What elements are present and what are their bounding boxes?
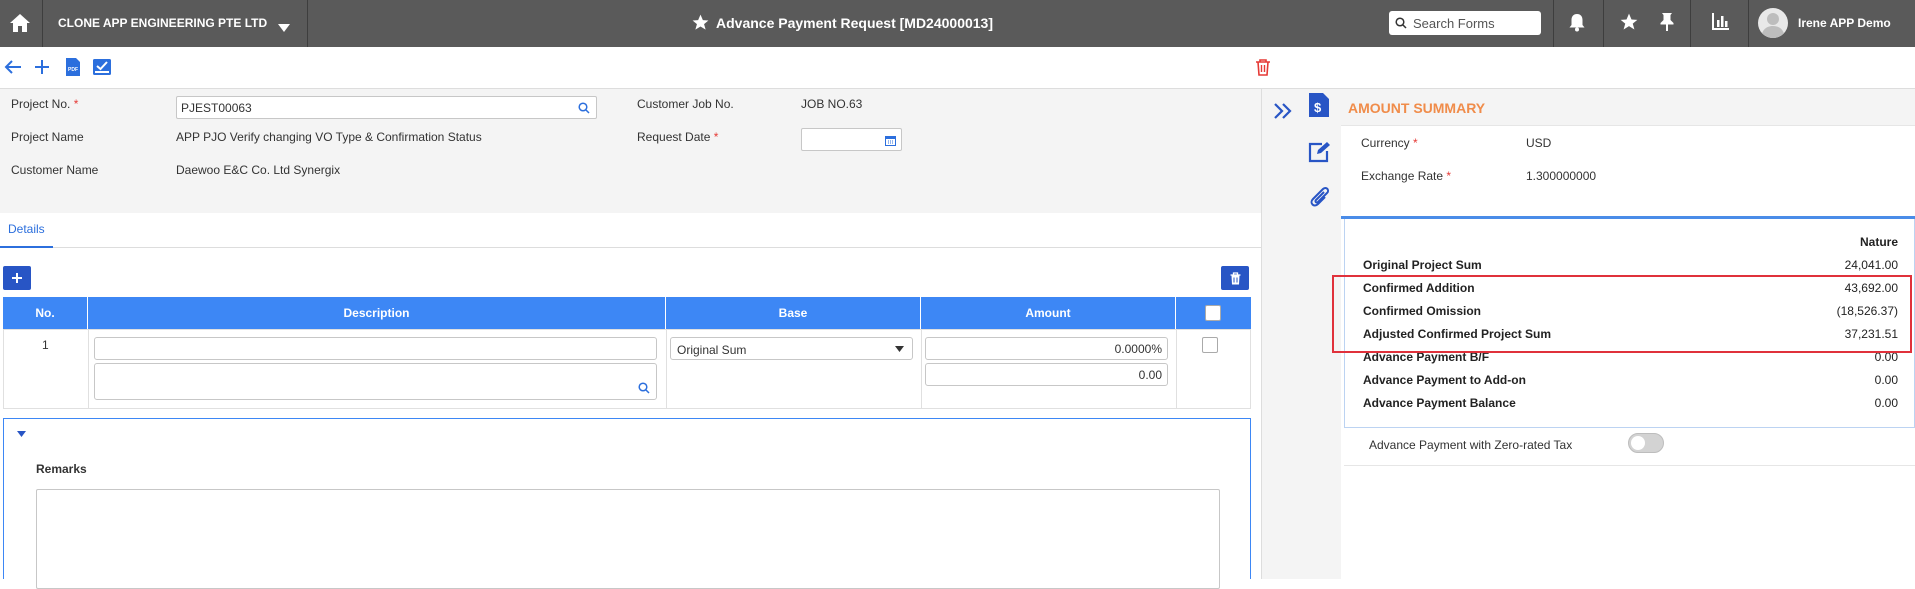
pdf-icon[interactable]: PDF: [62, 56, 84, 78]
home-icon[interactable]: [8, 11, 32, 35]
request-date-field[interactable]: [801, 128, 902, 151]
attachment-icon[interactable]: [1305, 184, 1335, 215]
amount-input[interactable]: [926, 364, 1167, 385]
row-checkbox[interactable]: [1202, 337, 1218, 353]
customer-job-label: Customer Job No.: [637, 97, 734, 111]
collapse-caret-icon[interactable]: [17, 431, 26, 437]
chevron-down-icon: [895, 346, 904, 352]
bell-icon[interactable]: [1568, 13, 1586, 35]
project-name-label: Project Name: [11, 130, 84, 144]
currency-label: Currency *: [1361, 136, 1418, 150]
column-header-select: [1176, 297, 1251, 329]
add-icon[interactable]: [31, 56, 53, 78]
zero-rated-tax-toggle[interactable]: [1628, 433, 1664, 453]
summary-row-label: Advance Payment Balance: [1363, 396, 1516, 410]
customer-name-label: Customer Name: [11, 163, 99, 177]
search-icon[interactable]: [578, 102, 590, 114]
search-input[interactable]: [1411, 14, 1540, 32]
tab-details[interactable]: Details: [0, 213, 53, 248]
amount-field[interactable]: [925, 363, 1168, 386]
summary-row-value: 0.00: [1874, 396, 1898, 410]
star-icon[interactable]: [1619, 12, 1639, 35]
amount-summary-title: AMOUNT SUMMARY: [1348, 100, 1486, 116]
project-no-input[interactable]: [177, 97, 572, 118]
currency-value: USD: [1526, 136, 1552, 150]
customer-job-value: JOB NO.63: [801, 97, 863, 111]
exchange-rate-label: Exchange Rate *: [1361, 169, 1452, 183]
tab-bar: Details: [0, 213, 1261, 248]
column-header-description: Description: [88, 297, 666, 329]
delete-icon[interactable]: [1252, 56, 1274, 78]
base-select[interactable]: Original Sum: [670, 337, 913, 360]
search-icon: [1395, 17, 1407, 29]
side-rail: $: [1261, 89, 1342, 579]
search-box[interactable]: [1389, 11, 1541, 35]
remarks-section: Remarks: [3, 418, 1251, 589]
customer-name-value: Daewoo E&C Co. Ltd Synergix: [176, 163, 341, 177]
project-no-label: Project No. *: [11, 97, 79, 111]
currency-section: Currency * USD Exchange Rate * 1.3000000…: [1341, 126, 1915, 219]
summary-row-value: 24,041.00: [1844, 258, 1898, 272]
pin-icon[interactable]: [1659, 12, 1675, 35]
chevron-down-icon[interactable]: [278, 20, 290, 35]
header-section: Project No. * Project Name APP PJO Verif…: [0, 89, 1261, 213]
remarks-textarea[interactable]: [36, 489, 1220, 589]
chart-icon[interactable]: [1712, 12, 1730, 33]
description-field[interactable]: [94, 337, 657, 360]
collapse-panel-icon[interactable]: [1268, 96, 1298, 127]
zero-rated-tax-label: Advance Payment with Zero-rated Tax: [1369, 438, 1573, 452]
amount-summary-icon[interactable]: $: [1304, 92, 1334, 125]
back-arrow-icon[interactable]: [2, 56, 24, 78]
amount-percent-field[interactable]: [925, 337, 1168, 360]
user-name[interactable]: Irene APP Demo: [1798, 16, 1891, 30]
amount-percent-input[interactable]: [926, 338, 1167, 359]
form-main: Project No. * Project Name APP PJO Verif…: [0, 89, 1261, 589]
delete-row-button[interactable]: [1221, 266, 1249, 290]
description-lookup-input[interactable]: [95, 364, 656, 399]
remarks-label: Remarks: [36, 462, 87, 476]
description-lookup-field[interactable]: [94, 363, 657, 400]
nature-column-header: Nature: [1859, 235, 1898, 249]
add-row-button[interactable]: [3, 266, 31, 290]
highlight-box: [1332, 275, 1912, 353]
page-title: Advance Payment Request [MD24000013]: [716, 15, 994, 31]
summary-row-label: Original Project Sum: [1363, 258, 1482, 272]
top-bar: CLONE APP ENGINEERING PTE LTD Advance Pa…: [0, 0, 1915, 47]
summary-row-value: 0.00: [1874, 373, 1898, 387]
avatar[interactable]: [1758, 8, 1788, 38]
description-input[interactable]: [95, 338, 656, 359]
zero-rated-divider: [1344, 465, 1915, 466]
column-header-amount: Amount: [921, 297, 1176, 329]
base-select-value: Original Sum: [677, 343, 747, 357]
exchange-rate-value: 1.300000000: [1526, 169, 1597, 183]
company-name[interactable]: CLONE APP ENGINEERING PTE LTD: [58, 16, 267, 30]
toolbar: PDF: [0, 47, 1915, 89]
search-icon[interactable]: [638, 382, 650, 394]
amount-summary-header: AMOUNT SUMMARY: [1341, 89, 1915, 126]
edit-icon[interactable]: [1305, 139, 1335, 170]
grid-header: No. Description Base Amount: [3, 297, 1251, 329]
svg-text:PDF: PDF: [68, 67, 78, 73]
request-date-label: Request Date *: [637, 130, 719, 144]
column-header-base: Base: [666, 297, 921, 329]
favorite-star-icon[interactable]: [691, 13, 710, 35]
column-header-no: No.: [3, 297, 88, 329]
select-all-checkbox[interactable]: [1205, 305, 1221, 321]
row-number: 1: [42, 338, 49, 352]
summary-row-label: Advance Payment to Add-on: [1363, 373, 1526, 387]
approve-inbox-icon[interactable]: [91, 56, 113, 78]
calendar-icon[interactable]: [885, 135, 896, 146]
project-name-value: APP PJO Verify changing VO Type & Confir…: [176, 130, 482, 144]
project-no-field[interactable]: [176, 96, 597, 119]
request-date-input[interactable]: [802, 129, 877, 150]
svg-text:$: $: [1314, 100, 1322, 115]
